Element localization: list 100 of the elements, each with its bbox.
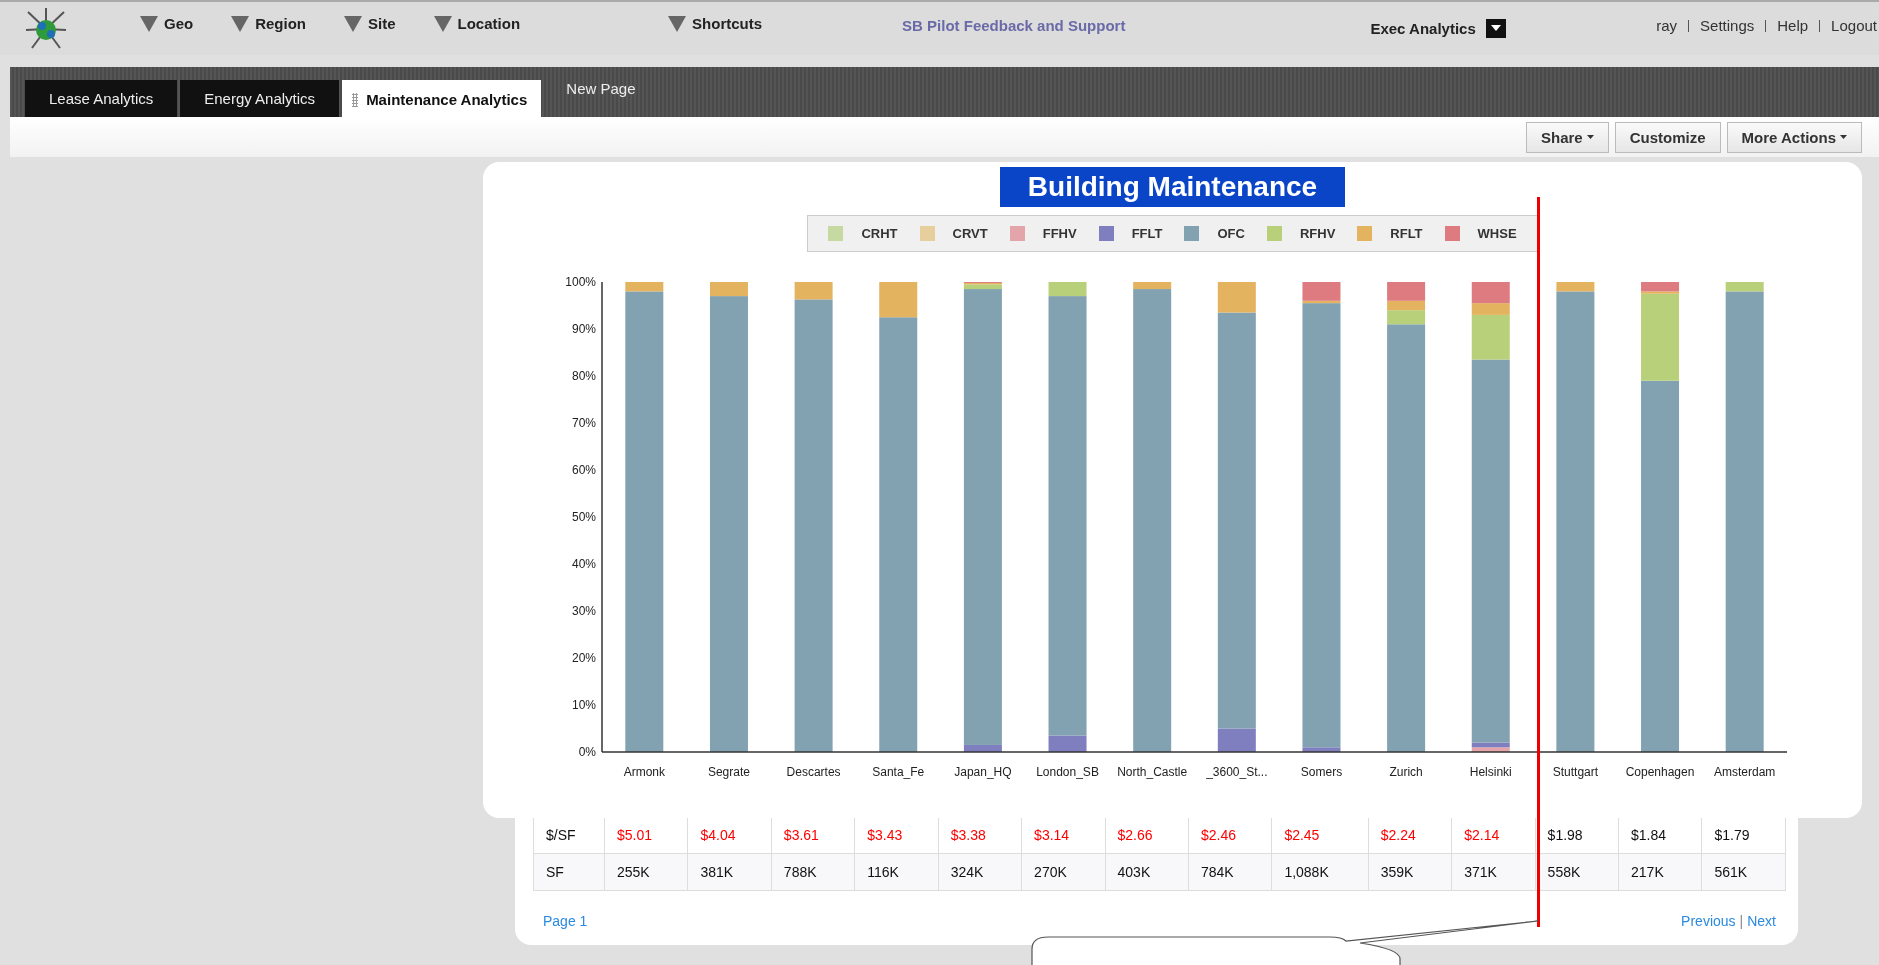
table-cell: $1.84 — [1618, 816, 1702, 854]
table-cell: 1,088K — [1271, 853, 1369, 891]
table-cell: 116K — [854, 853, 939, 891]
y-axis-label: 80% — [571, 369, 596, 383]
table-cell: 359K — [1368, 853, 1452, 891]
table-cell: 324K — [938, 853, 1022, 891]
triangle-down-icon — [231, 15, 250, 32]
page-tab[interactable]: Lease Analytics — [25, 80, 178, 117]
legend-swatch — [1266, 226, 1282, 241]
legend-label: WHSE — [1477, 226, 1517, 241]
dropdown-icon — [1485, 19, 1506, 38]
legend-swatch — [919, 226, 935, 241]
table-cell: $3.61 — [771, 816, 855, 854]
table-cell: $3.43 — [854, 816, 939, 854]
y-axis-label: 70% — [571, 416, 596, 430]
table-cell: $5.01 — [604, 816, 688, 854]
legend-swatch — [1357, 226, 1373, 241]
chart-title: Building Maintenance — [999, 167, 1346, 207]
y-axis-label: 30% — [571, 604, 596, 618]
table-cell: 255K — [604, 853, 688, 891]
workspace-dropdown[interactable]: Exec Analytics — [1370, 19, 1506, 38]
user-link[interactable]: ray — [1656, 17, 1678, 34]
table-cell: 403K — [1105, 853, 1189, 891]
pager-separator: | — [1739, 913, 1744, 929]
nav-menu[interactable]: Location — [433, 15, 521, 32]
y-axis-label: 40% — [571, 557, 596, 571]
legend-swatch — [828, 226, 844, 241]
legend-label: OFC — [1217, 226, 1245, 241]
toolbar-button[interactable]: More Actions — [1726, 121, 1862, 153]
caret-icon — [1840, 135, 1847, 139]
legend-label: RFHV — [1299, 226, 1336, 241]
page-tab[interactable]: Maintenance Analytics — [342, 80, 542, 119]
nav-menu[interactable]: Site — [344, 15, 396, 32]
y-axis-label: 100% — [564, 275, 596, 289]
table-cell: $2.66 — [1105, 816, 1189, 854]
table-cell: $3.38 — [938, 816, 1022, 854]
x-axis-label: Stuttgart — [1552, 765, 1598, 779]
toolbar-button[interactable]: Share — [1526, 121, 1609, 153]
page-link[interactable]: Page 1 — [543, 913, 588, 929]
user-link[interactable]: Settings — [1700, 17, 1755, 34]
y-axis-label: 0% — [578, 745, 596, 759]
row-header: SF — [533, 853, 605, 891]
table-cell: 561K — [1701, 853, 1786, 891]
x-axis-label: Santa_Fe — [871, 765, 924, 779]
x-axis-label: _3600_St... — [1205, 765, 1267, 779]
previous-link[interactable]: Previous — [1681, 913, 1736, 929]
legend-swatch — [1444, 226, 1460, 241]
legend-label: FFLT — [1131, 226, 1163, 241]
y-axis-label: 60% — [571, 463, 596, 477]
legend-label: FFHV — [1042, 226, 1077, 241]
legend-label: CRVT — [952, 226, 988, 241]
table-cell: $2.46 — [1188, 816, 1272, 854]
table-cell: 784K — [1188, 853, 1272, 891]
y-axis-label: 20% — [571, 651, 596, 665]
page-tab[interactable]: Energy Analytics — [180, 80, 340, 117]
legend-label: RFLT — [1390, 226, 1423, 241]
legend-swatch — [1098, 226, 1114, 241]
table-cell: $3.14 — [1021, 816, 1106, 854]
table-cell: 371K — [1451, 853, 1536, 891]
x-axis-label: Somers — [1300, 765, 1342, 779]
x-axis-label: Descartes — [786, 765, 841, 779]
table-cell: 788K — [771, 853, 855, 891]
user-link[interactable]: Help — [1777, 17, 1809, 34]
legend-swatch — [1009, 226, 1025, 241]
triangle-down-icon — [344, 15, 363, 32]
table-cell: 270K — [1021, 853, 1106, 891]
y-axis-label: 50% — [571, 510, 596, 524]
next-link[interactable]: Next — [1747, 913, 1776, 929]
feedback-link[interactable]: SB Pilot Feedback and Support — [902, 17, 1126, 34]
legend-swatch — [1184, 226, 1200, 241]
x-axis-label: North_Castle — [1116, 765, 1187, 779]
y-axis-label: 90% — [571, 322, 596, 336]
row-header: $/SF — [533, 816, 605, 854]
nav-menu[interactable]: Region — [231, 15, 307, 32]
table-cell: $1.79 — [1701, 816, 1786, 854]
table-cell: $2.24 — [1368, 816, 1452, 854]
triangle-down-icon — [140, 15, 158, 32]
triangle-down-icon — [668, 15, 687, 32]
x-axis-label: Armonk — [623, 765, 665, 779]
x-axis-label: London_SB — [1035, 765, 1099, 779]
table-cell: $2.14 — [1451, 816, 1536, 854]
triangle-down-icon — [433, 15, 452, 32]
page-tab[interactable]: New Page — [544, 75, 658, 101]
x-axis-label: Japan_HQ — [953, 765, 1012, 779]
y-axis-label: 10% — [571, 698, 596, 712]
toolbar-button[interactable]: Customize — [1614, 121, 1721, 153]
x-axis-label: Helsinki — [1469, 765, 1512, 779]
nav-menu[interactable]: Geo — [140, 15, 194, 32]
x-axis-label: Amsterdam — [1713, 765, 1775, 779]
nav-menu[interactable]: Shortcuts — [668, 15, 763, 32]
x-axis-label: Segrate — [707, 765, 750, 779]
table-cell: 217K — [1618, 853, 1702, 891]
caret-icon — [1586, 135, 1594, 139]
table-cell: $4.04 — [687, 816, 772, 854]
table-cell: 381K — [687, 853, 772, 891]
table-cell: $2.45 — [1271, 816, 1369, 854]
user-link[interactable]: Logout — [1831, 17, 1877, 34]
x-axis-label: Copenhagen — [1625, 765, 1694, 779]
x-axis-label: Zurich — [1388, 765, 1423, 779]
legend-label: CRHT — [861, 226, 898, 241]
